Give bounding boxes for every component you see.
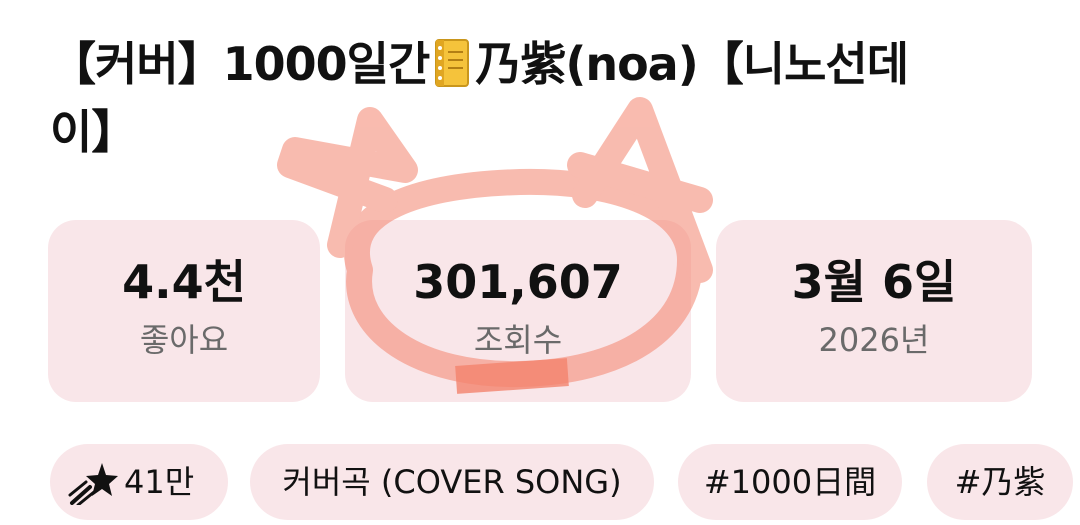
date-stat[interactable]: 3월 6일 2026년 [716, 220, 1032, 402]
shooting-star-icon [68, 463, 118, 505]
video-title: 【커버】1000일간 乃紫(noa)【니노선데이】 [50, 30, 970, 166]
notebook-icon [433, 38, 471, 88]
cover-song-chip[interactable]: 커버곡 (COVER SONG) [250, 444, 654, 520]
views-stat[interactable]: 301,607 조회수 [345, 220, 691, 402]
likes-count: 4.4천 [122, 255, 246, 309]
views-count: 301,607 [413, 255, 623, 309]
video-title-part1: 【커버】1000일간 [50, 37, 430, 91]
hashtag-1000days-chip[interactable]: #1000日間 [678, 444, 902, 520]
thanks-chip[interactable]: 41만 [50, 444, 228, 520]
hashtag-noa-chip[interactable]: #乃紫 [927, 444, 1073, 520]
likes-label: 좋아요 [139, 321, 229, 359]
thanks-count: 41만 [124, 463, 195, 501]
upload-date: 3월 6일 [791, 255, 957, 309]
views-label: 조회수 [473, 321, 563, 359]
likes-stat[interactable]: 4.4천 좋아요 [48, 220, 320, 402]
upload-year: 2026년 [818, 321, 930, 359]
